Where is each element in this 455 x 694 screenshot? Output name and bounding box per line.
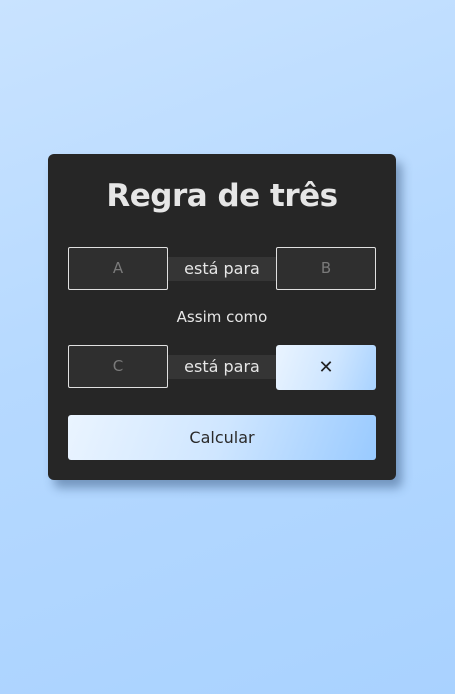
connector-label-2: está para	[168, 355, 276, 379]
connector-label-1: está para	[168, 257, 276, 281]
assim-como-label: Assim como	[176, 308, 268, 326]
proportion-row-1: está para	[68, 247, 376, 291]
calculator-card: Regra de três está para Assim como está …	[48, 154, 396, 480]
result-output: ✕	[276, 345, 376, 390]
input-a[interactable]	[68, 247, 168, 290]
calculate-button[interactable]: Calcular	[68, 415, 376, 460]
input-b[interactable]	[276, 247, 376, 290]
proportion-row-2: está para ✕	[68, 345, 376, 390]
input-c[interactable]	[68, 345, 168, 388]
page-title: Regra de três	[106, 178, 338, 214]
